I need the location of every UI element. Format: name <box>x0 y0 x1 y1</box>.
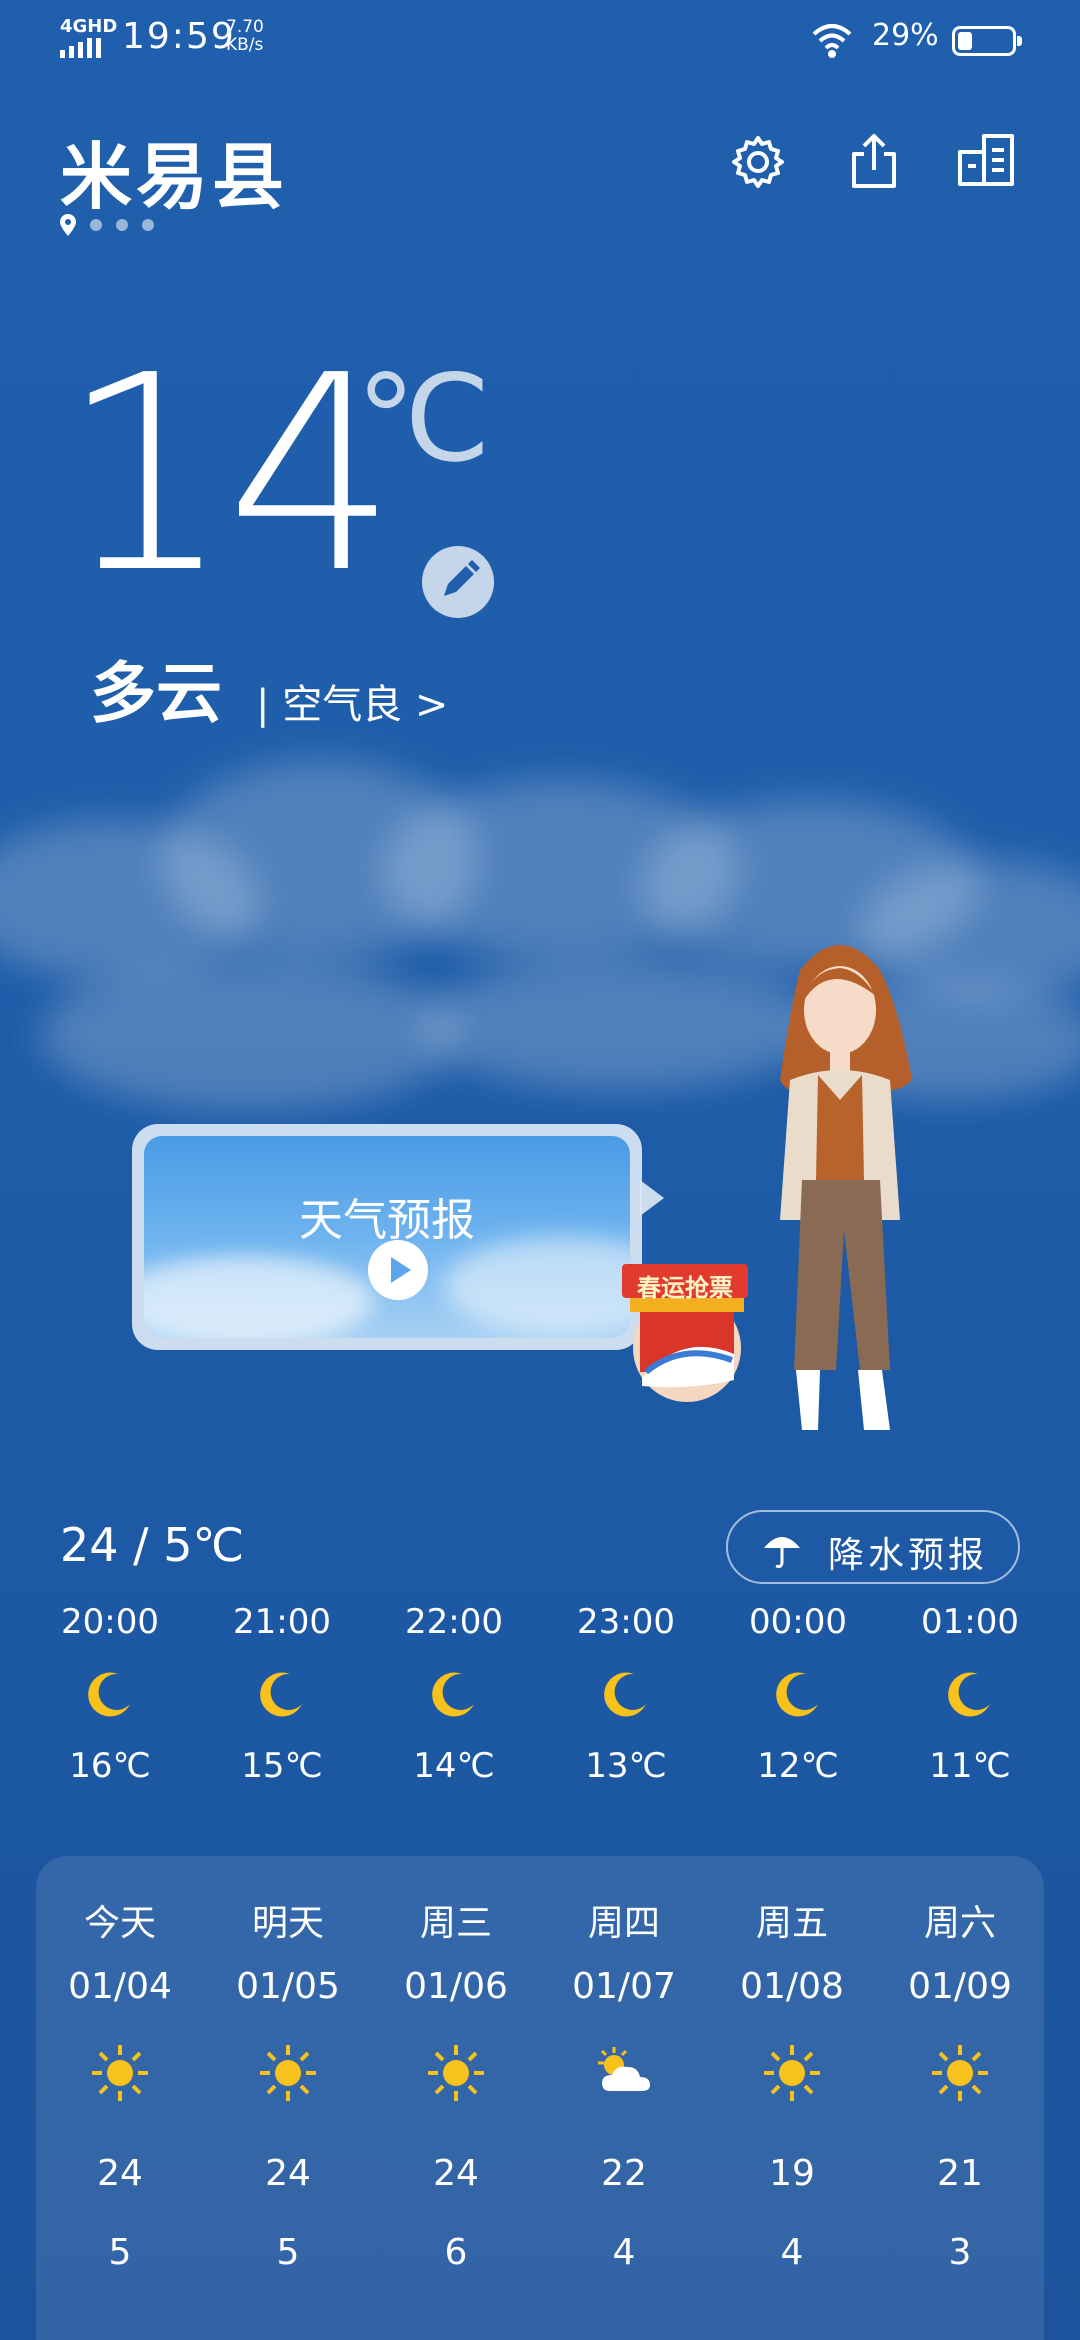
page-dot <box>116 219 128 231</box>
daily-forecast-panel[interactable]: 今天 01/04 24 5 明天 01/05 24 5 周三 01/06 24 … <box>36 1856 1044 2340</box>
day-high: 24 <box>433 2153 479 2194</box>
daily-item[interactable]: 周六 01/09 21 3 <box>876 1894 1044 2273</box>
hour-temp: 13℃ <box>585 1746 667 1786</box>
sun-icon <box>932 2045 988 2101</box>
current-temperature: 14 <box>60 317 398 632</box>
daily-item[interactable]: 周四 01/07 22 4 <box>540 1894 708 2273</box>
wifi-icon <box>812 24 852 58</box>
speed-value: 7.70 <box>226 17 264 37</box>
sun-icon <box>92 2045 148 2101</box>
day-name: 明天 <box>251 1903 324 1944</box>
signal-icon <box>60 38 101 58</box>
day-high: 24 <box>265 2153 311 2194</box>
hourly-item: 23:00 13℃ <box>556 1602 696 1786</box>
hour-time: 21:00 <box>233 1602 331 1642</box>
battery-percent: 29% <box>872 18 939 53</box>
day-high: 19 <box>769 2153 815 2194</box>
hour-temp: 15℃ <box>241 1746 323 1786</box>
umbrella-icon <box>764 1537 800 1568</box>
hour-time: 00:00 <box>749 1602 847 1642</box>
page-dot <box>90 219 102 231</box>
moon-icon <box>604 1672 646 1717</box>
day-date: 01/04 <box>68 1966 172 2007</box>
moon-icon <box>432 1672 474 1717</box>
city-name[interactable]: 米易县 <box>60 118 288 223</box>
hourly-item: 01:00 11℃ <box>900 1602 1040 1786</box>
video-thumbnail: 天气预报 <box>144 1136 630 1338</box>
hourly-forecast-list[interactable]: 20:00 16℃ 21:00 15℃ 22:00 14℃ 23:00 13℃ … <box>40 1602 1050 1802</box>
temperature-range: 24 / 5℃ <box>60 1518 245 1572</box>
sun-icon <box>428 2045 484 2101</box>
status-bar: 4GHD 19:59 7.70 KB/s 29% <box>0 0 1080 80</box>
day-low: 5 <box>276 2232 300 2273</box>
day-low: 6 <box>444 2232 468 2273</box>
hour-time: 20:00 <box>61 1602 159 1642</box>
weather-condition: 多云 <box>90 654 222 732</box>
day-high: 24 <box>97 2153 143 2194</box>
day-name: 周六 <box>923 1903 996 1944</box>
day-name: 周三 <box>419 1903 492 1944</box>
promo-label: 春运抢票 <box>637 1274 733 1302</box>
video-title: 天气预报 <box>299 1195 475 1246</box>
day-low: 5 <box>108 2232 132 2273</box>
day-name: 今天 <box>83 1903 156 1944</box>
page-indicator <box>60 214 154 236</box>
hour-temp: 12℃ <box>757 1746 839 1786</box>
speed-unit: KB/s <box>226 35 264 55</box>
precipitation-forecast-button[interactable]: 降水预报 <box>726 1510 1020 1584</box>
hour-time: 22:00 <box>405 1602 503 1642</box>
moon-icon <box>260 1672 302 1717</box>
temperature-unit: ℃ <box>356 350 491 489</box>
page-dot <box>142 219 154 231</box>
day-date: 01/08 <box>740 1966 844 2007</box>
hourly-item: 22:00 14℃ <box>384 1602 524 1786</box>
day-date: 01/09 <box>908 1966 1012 2007</box>
network-speed: 7.70 KB/s <box>226 18 264 54</box>
weather-presenter-avatar[interactable] <box>740 930 930 1450</box>
edit-pencil-icon[interactable] <box>422 546 494 618</box>
daily-item[interactable]: 明天 01/05 24 5 <box>204 1894 372 2273</box>
share-icon[interactable] <box>844 130 904 190</box>
battery-icon <box>952 26 1022 56</box>
hour-temp: 14℃ <box>413 1746 495 1786</box>
location-pin-icon <box>60 214 76 236</box>
day-date: 01/05 <box>236 1966 340 2007</box>
precipitation-label: 降水预报 <box>828 1535 989 1576</box>
hourly-item: 21:00 15℃ <box>212 1602 352 1786</box>
day-low: 4 <box>612 2232 636 2273</box>
day-high: 21 <box>937 2153 983 2194</box>
network-type: 4GHD <box>60 16 118 37</box>
city-manage-icon[interactable] <box>956 130 1016 190</box>
day-low: 3 <box>948 2232 972 2273</box>
sun-icon <box>260 2045 316 2101</box>
hour-time: 01:00 <box>921 1602 1019 1642</box>
play-icon[interactable] <box>368 1240 428 1300</box>
hourly-item: 20:00 16℃ <box>40 1602 180 1786</box>
status-time: 19:59 <box>122 16 236 57</box>
day-low: 4 <box>780 2232 804 2273</box>
moon-icon <box>88 1672 130 1717</box>
partly-cloudy-icon <box>598 2047 650 2091</box>
day-name: 周四 <box>587 1903 660 1944</box>
weather-video-card[interactable]: 天气预报 <box>132 1124 642 1350</box>
daily-item[interactable]: 周五 01/08 19 4 <box>708 1894 876 2273</box>
hour-temp: 16℃ <box>69 1746 151 1786</box>
daily-item[interactable]: 周三 01/06 24 6 <box>372 1894 540 2273</box>
day-date: 01/07 <box>572 1966 676 2007</box>
weather-screen: 4GHD 19:59 7.70 KB/s 29% 米易县 14 ℃ 多云 | 空… <box>0 0 1080 2340</box>
speech-bubble-tail <box>640 1180 664 1216</box>
sun-icon <box>764 2045 820 2101</box>
day-date: 01/06 <box>404 1966 508 2007</box>
day-name: 周五 <box>755 1903 828 1944</box>
hour-time: 23:00 <box>577 1602 675 1642</box>
hour-temp: 11℃ <box>929 1746 1011 1786</box>
daily-item[interactable]: 今天 01/04 24 5 <box>36 1894 204 2273</box>
spring-festival-ticket-promo[interactable]: 春运抢票 <box>622 1262 752 1404</box>
moon-icon <box>948 1672 990 1717</box>
moon-icon <box>776 1672 818 1717</box>
air-quality-link[interactable]: | 空气良 > <box>256 672 448 730</box>
day-high: 22 <box>601 2153 647 2194</box>
hourly-item: 00:00 12℃ <box>728 1602 868 1786</box>
settings-gear-icon[interactable] <box>728 132 788 192</box>
